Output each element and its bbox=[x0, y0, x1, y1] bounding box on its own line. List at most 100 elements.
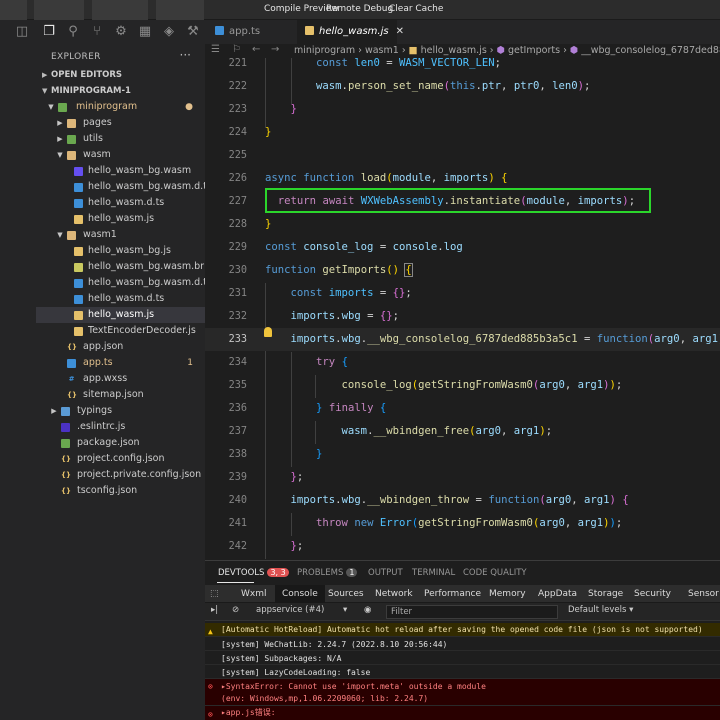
code-line: 238 } bbox=[205, 443, 720, 466]
log-levels-select[interactable]: Default levels ▾ bbox=[568, 605, 633, 615]
tab-output[interactable]: OUTPUT bbox=[368, 568, 403, 578]
tree-item-label: .eslintrc.js bbox=[77, 421, 126, 432]
tree-item-file[interactable]: # app.wxss bbox=[36, 371, 205, 387]
explorer-icon[interactable]: ❐ bbox=[40, 23, 58, 41]
console-message: ▸SyntaxError: Cannot use 'import.meta' o… bbox=[221, 682, 486, 691]
tab-memory[interactable]: Memory bbox=[489, 585, 526, 603]
tree-item-file[interactable]: hello_wasm.d.ts bbox=[36, 195, 205, 211]
filter-input[interactable] bbox=[386, 605, 558, 619]
tree-item-label: sitemap.json bbox=[83, 389, 144, 400]
breadcrumb-item[interactable]: __wbg_consolelog_6787ded885b3a5 bbox=[581, 45, 720, 56]
tab-terminal[interactable]: TERMINAL bbox=[412, 568, 455, 578]
tab-security[interactable]: Security bbox=[634, 585, 671, 603]
eye-icon[interactable]: ◉ bbox=[364, 605, 371, 615]
toolbar-button-block[interactable] bbox=[92, 0, 148, 20]
tab-appdata[interactable]: AppData bbox=[538, 585, 577, 603]
tree-item-file[interactable]: {} project.private.config.json bbox=[36, 467, 205, 483]
more-actions-icon[interactable]: ··· bbox=[180, 48, 191, 62]
extensions-icon[interactable]: ▦ bbox=[136, 23, 154, 41]
tree-item-miniprogram[interactable]: ▼ miniprogram ● bbox=[36, 99, 205, 115]
project-section[interactable]: ▼ MINIPROGRAM-1 bbox=[42, 86, 131, 96]
breadcrumb-item[interactable]: wasm1 bbox=[365, 45, 399, 56]
tree-item-file[interactable]: {} sitemap.json bbox=[36, 387, 205, 403]
toolbar-button-block[interactable] bbox=[0, 0, 27, 20]
breadcrumb-item[interactable]: getImports bbox=[508, 45, 560, 56]
tab-code-quality[interactable]: CODE QUALITY bbox=[463, 568, 527, 578]
tab-sources[interactable]: Sources bbox=[328, 585, 364, 603]
cloud-icon[interactable]: ◈ bbox=[160, 23, 178, 41]
code-line: 242 }; bbox=[205, 535, 720, 558]
breadcrumb-item[interactable]: miniprogram bbox=[294, 45, 355, 56]
tree-item-file[interactable]: TextEncoderDecoder.js bbox=[36, 323, 205, 339]
tools-icon[interactable]: ⚒ bbox=[184, 23, 202, 41]
devtools-tabs: ⬚ Wxml Console Sources Network Performan… bbox=[205, 585, 720, 603]
ts-file-icon bbox=[67, 359, 76, 368]
tab-devtools[interactable]: DEVTOOLS 3, 3 bbox=[218, 568, 289, 578]
tab-sensor[interactable]: Sensor bbox=[688, 585, 719, 603]
list-icon[interactable]: ☰ bbox=[211, 44, 220, 55]
console-error-row[interactable]: ⊗ ▸app.js错误: bbox=[205, 706, 720, 720]
toolbar-button-block[interactable] bbox=[34, 0, 84, 20]
tree-item-wasm[interactable]: ▼ wasm bbox=[36, 147, 205, 163]
tree-item-file[interactable]: package.json bbox=[36, 435, 205, 451]
json-file-icon: {} bbox=[61, 471, 71, 479]
search-icon[interactable]: ⚲ bbox=[64, 23, 82, 41]
tab-console[interactable]: Console bbox=[275, 585, 325, 603]
clear-cache-button[interactable]: Clear Cache bbox=[389, 4, 443, 14]
lightbulb-icon[interactable] bbox=[264, 327, 272, 337]
chevron-right-icon: ▶ bbox=[42, 71, 48, 79]
tree-item-file[interactable]: hello_wasm_bg.wasm.d.ts bbox=[36, 179, 212, 195]
debug-icon[interactable]: ⚙ bbox=[112, 23, 130, 41]
error-icon: ⊗ bbox=[208, 682, 213, 691]
inspect-element-icon[interactable]: ⬚ bbox=[210, 585, 219, 603]
breadcrumb-item[interactable]: hello_wasm.js bbox=[421, 45, 487, 56]
tree-item-label: miniprogram bbox=[76, 101, 138, 112]
bookmark-icon[interactable]: ⚐ bbox=[232, 44, 241, 55]
activity-bar: ◫ ❐ ⚲ ⑂ ⚙ ▦ ◈ ⚒ bbox=[0, 20, 205, 44]
sidebar-toggle-icon[interactable]: ▸| bbox=[211, 605, 218, 615]
error-icon: ⊗ bbox=[208, 710, 213, 719]
bottom-panel: DEVTOOLS 3, 3 PROBLEMS 1 OUTPUT TERMINAL C… bbox=[205, 560, 720, 720]
tab-wxml[interactable]: Wxml bbox=[241, 585, 267, 603]
clear-console-icon[interactable]: ⊘ bbox=[232, 605, 239, 615]
tree-item-file[interactable]: hello_wasm_bg.wasm.d.ts bbox=[36, 275, 212, 291]
back-arrow-icon[interactable]: ← bbox=[252, 44, 260, 55]
close-icon[interactable]: ✕ bbox=[396, 26, 404, 37]
tree-item-file[interactable]: hello_wasm_bg.wasm.br bbox=[36, 259, 205, 275]
tree-item-file[interactable]: hello_wasm_bg.js bbox=[36, 243, 205, 259]
remote-debug-button[interactable]: Remote Debug bbox=[326, 4, 393, 14]
source-control-icon[interactable]: ⑂ bbox=[88, 23, 106, 41]
tree-item-file[interactable]: hello_wasm.d.ts bbox=[36, 291, 205, 307]
tab-problems[interactable]: PROBLEMS 1 bbox=[297, 568, 358, 578]
tree-item-file[interactable]: {} tsconfig.json bbox=[36, 483, 205, 499]
tree-item-file-selected[interactable]: hello_wasm.js bbox=[36, 307, 205, 323]
code-editor[interactable]: 221 const len0 = WASM_VECTOR_LEN; 222 wa… bbox=[205, 58, 720, 560]
tree-item-file[interactable]: app.ts 1 bbox=[36, 355, 205, 371]
explorer-sidebar: EXPLORER ··· ▶ OPEN EDITORS ▼ MINIPROGRAM-… bbox=[0, 44, 212, 720]
panel-tabs: DEVTOOLS 3, 3 PROBLEMS 1 OUTPUT TERMINAL C… bbox=[205, 561, 720, 585]
code-line: 228} bbox=[205, 213, 720, 236]
open-editors-section[interactable]: ▶ OPEN EDITORS bbox=[42, 70, 122, 80]
tree-item-file[interactable]: .eslintrc.js bbox=[36, 419, 205, 435]
tree-item-pages[interactable]: ▶ pages bbox=[36, 115, 205, 131]
tab-storage[interactable]: Storage bbox=[588, 585, 623, 603]
tab-app-ts[interactable]: app.ts bbox=[215, 20, 293, 44]
split-panel-icon[interactable]: ◫ bbox=[13, 23, 31, 41]
tree-item-file[interactable]: {} project.config.json bbox=[36, 451, 205, 467]
tab-performance[interactable]: Performance bbox=[424, 585, 481, 603]
tree-item-file[interactable]: {} app.json bbox=[36, 339, 205, 355]
context-select[interactable]: appservice (#4) bbox=[256, 605, 324, 615]
tree-item-file[interactable]: hello_wasm_bg.wasm bbox=[36, 163, 205, 179]
chevron-right-icon: ▶ bbox=[57, 135, 63, 143]
console-toolbar: ▸| ⊘ appservice (#4) ▾ ◉ Default levels … bbox=[205, 603, 720, 621]
tab-hello-wasm-js[interactable]: hello_wasm.js ✕ bbox=[297, 20, 404, 44]
chevron-down-icon[interactable]: ▾ bbox=[343, 605, 347, 615]
toolbar-button-block[interactable] bbox=[156, 0, 204, 20]
forward-arrow-icon[interactable]: → bbox=[271, 44, 279, 55]
tree-item-wasm1[interactable]: ▼ wasm1 bbox=[36, 227, 205, 243]
console-error-row[interactable]: ⊗ ▸SyntaxError: Cannot use 'import.meta' … bbox=[205, 679, 720, 706]
tab-network[interactable]: Network bbox=[375, 585, 413, 603]
tree-item-utils[interactable]: ▶ utils bbox=[36, 131, 205, 147]
tree-item-typings[interactable]: ▶ typings bbox=[36, 403, 205, 419]
tree-item-file[interactable]: hello_wasm.js bbox=[36, 211, 205, 227]
